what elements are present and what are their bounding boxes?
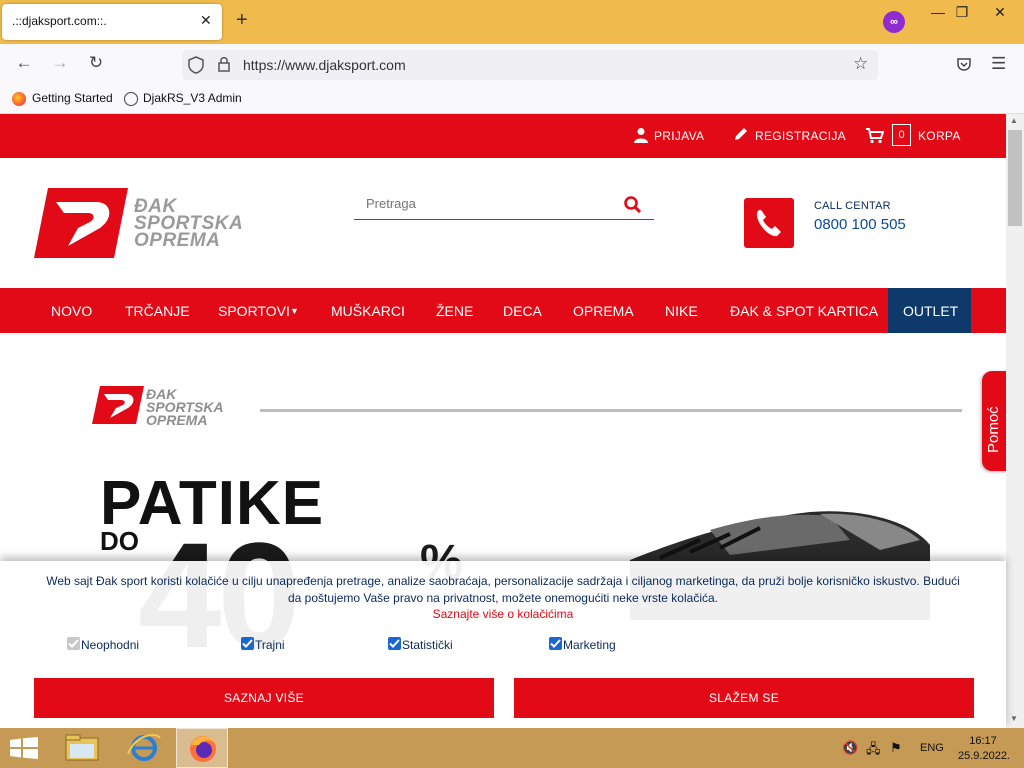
nav-item-deca[interactable]: DECA [503,303,542,319]
scroll-down-icon[interactable]: ▼ [1010,714,1018,723]
phone-icon [756,210,781,237]
nav-item-sportovi[interactable]: SPORTOVI [218,303,290,319]
hero-divider [260,409,962,412]
menu-icon[interactable]: ☰ [991,54,1006,74]
forward-icon[interactable]: → [48,53,72,73]
pocket-icon[interactable] [956,56,972,72]
search-box [354,188,654,220]
cart-icon[interactable] [866,128,884,144]
checkbox-statisticki[interactable] [388,637,401,650]
back-icon[interactable]: ← [12,53,36,73]
clock[interactable]: 16:17 25.9.2022. [958,734,1010,764]
clock-date: 25.9.2022. [958,750,1010,762]
nav-item-novo[interactable]: NOVO [51,303,92,319]
call-center-label: CALL CENTAR [814,200,891,212]
checkbox-label-marketing[interactable]: Marketing [563,638,616,652]
scrollbar-thumb[interactable] [1008,130,1022,226]
help-tab[interactable]: Pomoć [982,371,1008,471]
scroll-up-icon[interactable]: ▲ [1010,116,1018,125]
logo-wordmark: ĐAK SPORTSKA OPREMA [134,196,244,251]
checkbox-neophodni [67,637,80,650]
accept-cookies-button[interactable]: SLAŽEM SE [514,678,974,718]
help-tab-label: Pomoć [985,406,1002,453]
site-logo[interactable] [34,188,128,258]
phone-icon-box [744,198,794,248]
checkbox-label-statisticki[interactable]: Statistički [402,638,453,652]
taskbar-internet-explorer[interactable] [118,728,170,768]
nav-item-oprema[interactable]: OPREMA [573,303,634,319]
search-icon[interactable] [624,196,641,213]
call-center-phone[interactable]: 0800 100 505 [814,216,906,233]
search-input[interactable] [354,188,614,218]
private-mask-icon[interactable]: ∞ [883,11,905,33]
action-center-icon[interactable]: ⚑ [890,740,902,756]
nav-item-nike[interactable]: NIKE [665,303,698,319]
nav-item-zene[interactable]: ŽENE [436,303,473,319]
pencil-icon [735,128,747,140]
windows-start-icon[interactable] [10,737,38,759]
internet-explorer-icon [127,734,161,761]
network-icon[interactable]: 🖧 [866,740,881,762]
bookmark-getting-started[interactable]: Getting Started [32,91,113,105]
nav-item-muskarci[interactable]: MUŠKARCI [331,303,405,319]
cart-link[interactable]: KORPA [918,129,961,143]
new-tab-icon[interactable]: + [236,10,248,30]
taskbar-file-explorer[interactable] [56,728,108,768]
site-top-bar [0,114,1006,158]
browser-tab[interactable]: .::djaksport.com::. ✕ [2,4,222,40]
close-tab-icon[interactable]: ✕ [200,12,212,29]
hero-logo-wordmark: ĐAK SPORTSKA OPREMA [146,386,224,428]
cart-count-badge[interactable]: 0 [892,124,911,146]
taskbar-firefox[interactable] [176,728,228,768]
checkbox-label-neophodni: Neophodni [81,638,140,652]
firefox-icon [12,92,26,106]
bookmark-star-icon[interactable]: ☆ [853,54,868,74]
cookie-more-link[interactable]: Saznajte više o kolačićima [0,607,1006,621]
nav-item-trcanje[interactable]: TRČANJE [125,303,190,319]
checkbox-label-trajni[interactable]: Trajni [255,638,285,652]
bookmark-admin[interactable]: DjakRS_V3 Admin [143,91,242,105]
globe-icon [124,92,138,106]
clock-time: 16:17 [969,735,997,747]
checkbox-marketing[interactable] [549,637,562,650]
nav-item-outlet[interactable]: OUTLET [903,303,958,319]
user-icon [634,128,648,143]
folder-icon [65,734,99,761]
caret-down-icon[interactable]: ▼ [290,306,299,316]
learn-more-button[interactable]: SAZNAJ VIŠE [34,678,494,718]
hero-do: DO [100,526,139,556]
tab-title: .::djaksport.com::. [12,14,107,28]
register-link[interactable]: REGISTRACIJA [755,129,846,143]
input-language[interactable]: ENG [920,742,944,754]
lock-icon[interactable] [217,56,231,72]
nav-item-kartica[interactable]: ĐAK & SPOT KARTICA [730,303,878,319]
shield-icon[interactable] [188,56,204,74]
url-text[interactable]: https://www.djaksport.com [243,57,406,73]
cookie-text: Web sajt Đak sport koristi kolačiće u ci… [46,574,960,605]
window-close-icon[interactable]: ✕ [986,4,1014,21]
restore-icon[interactable]: ❐ [948,4,976,21]
volume-muted-icon[interactable]: 🔇 [842,740,858,756]
firefox-taskbar-icon [190,736,216,762]
login-link[interactable]: PRIJAVA [654,129,704,143]
hero-logo [92,386,144,424]
reload-icon[interactable]: ↻ [84,53,108,73]
checkbox-trajni[interactable] [241,637,254,650]
